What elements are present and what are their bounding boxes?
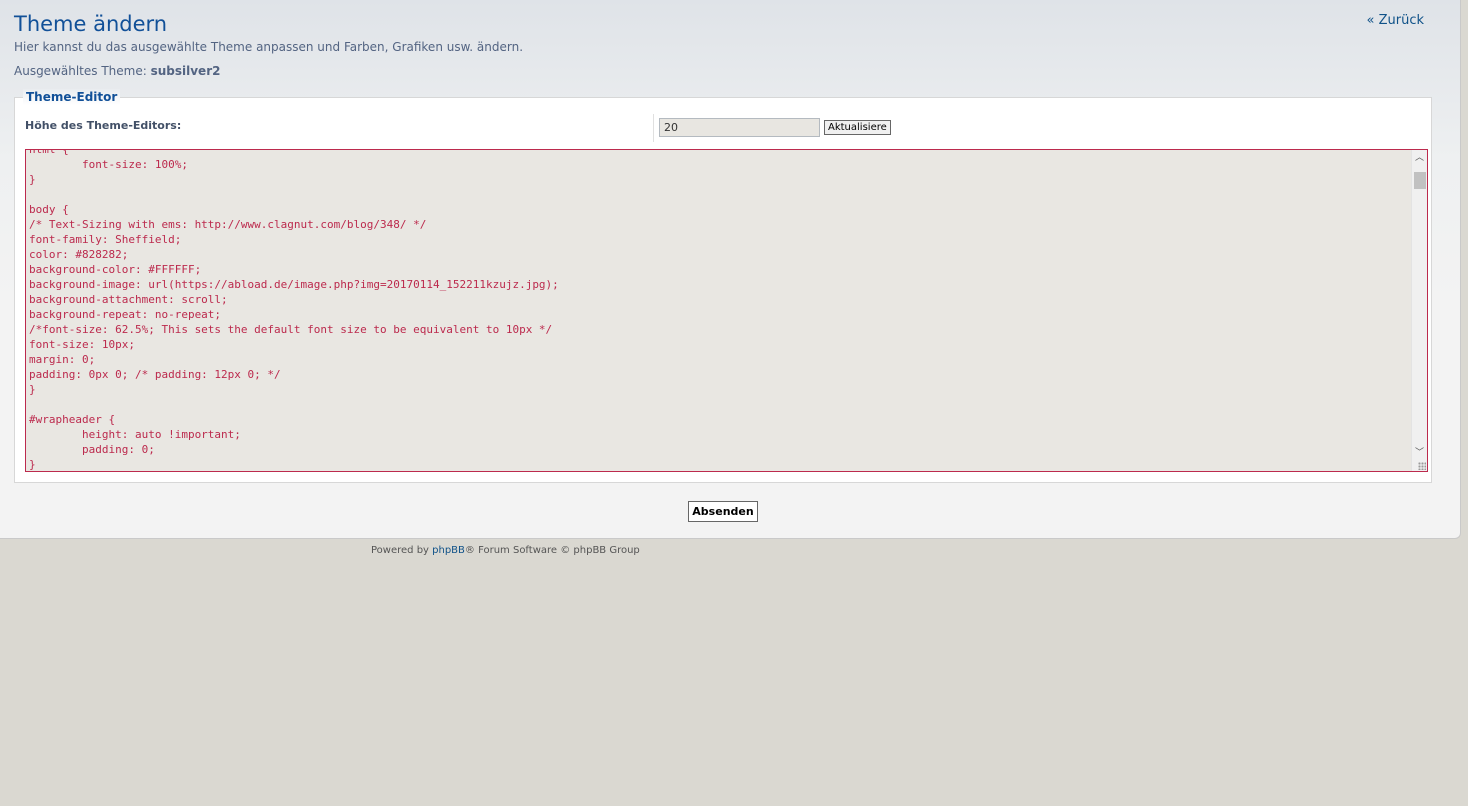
row-divider	[653, 114, 654, 142]
page-description: Hier kannst du das ausgewählte Theme anp…	[14, 40, 524, 54]
back-link[interactable]: « Zurück	[1367, 13, 1425, 28]
resize-grip-icon[interactable]	[1418, 462, 1426, 470]
theme-editor-fieldset: Theme-Editor Höhe des Theme-Editors: Akt…	[14, 89, 1432, 483]
main-panel: Theme ändern « Zurück Hier kannst du das…	[0, 0, 1461, 539]
chevron-down-icon[interactable]: ﹀	[1412, 445, 1427, 461]
update-button[interactable]: Aktualisiere	[824, 120, 891, 135]
phpbb-link[interactable]: phpBB	[432, 545, 465, 556]
editor-height-input[interactable]	[659, 118, 820, 137]
selected-theme-value: subsilver2	[150, 64, 221, 78]
submit-button[interactable]: Absenden	[688, 501, 758, 522]
footer: Powered by phpBB® Forum Software © phpBB…	[371, 545, 640, 556]
theme-code-content[interactable]: html { font-size: 100%; } body { /* Text…	[29, 150, 559, 471]
footer-suffix: ® Forum Software © phpBB Group	[464, 545, 640, 556]
page-title: Theme ändern	[14, 12, 168, 36]
chevron-up-icon[interactable]: ︿	[1412, 150, 1427, 166]
footer-prefix: Powered by	[371, 545, 433, 556]
editor-height-label: Höhe des Theme-Editors:	[25, 119, 182, 132]
theme-code-textarea[interactable]: html { font-size: 100%; } body { /* Text…	[25, 149, 1428, 472]
theme-editor-legend: Theme-Editor	[23, 89, 121, 105]
selected-theme-info: Ausgewähltes Theme: subsilver2	[14, 64, 220, 78]
selected-theme-label: Ausgewähltes Theme:	[14, 64, 147, 78]
scrollbar-thumb[interactable]	[1414, 172, 1426, 189]
editor-scrollbar[interactable]: ︿ ﹀	[1411, 150, 1427, 471]
